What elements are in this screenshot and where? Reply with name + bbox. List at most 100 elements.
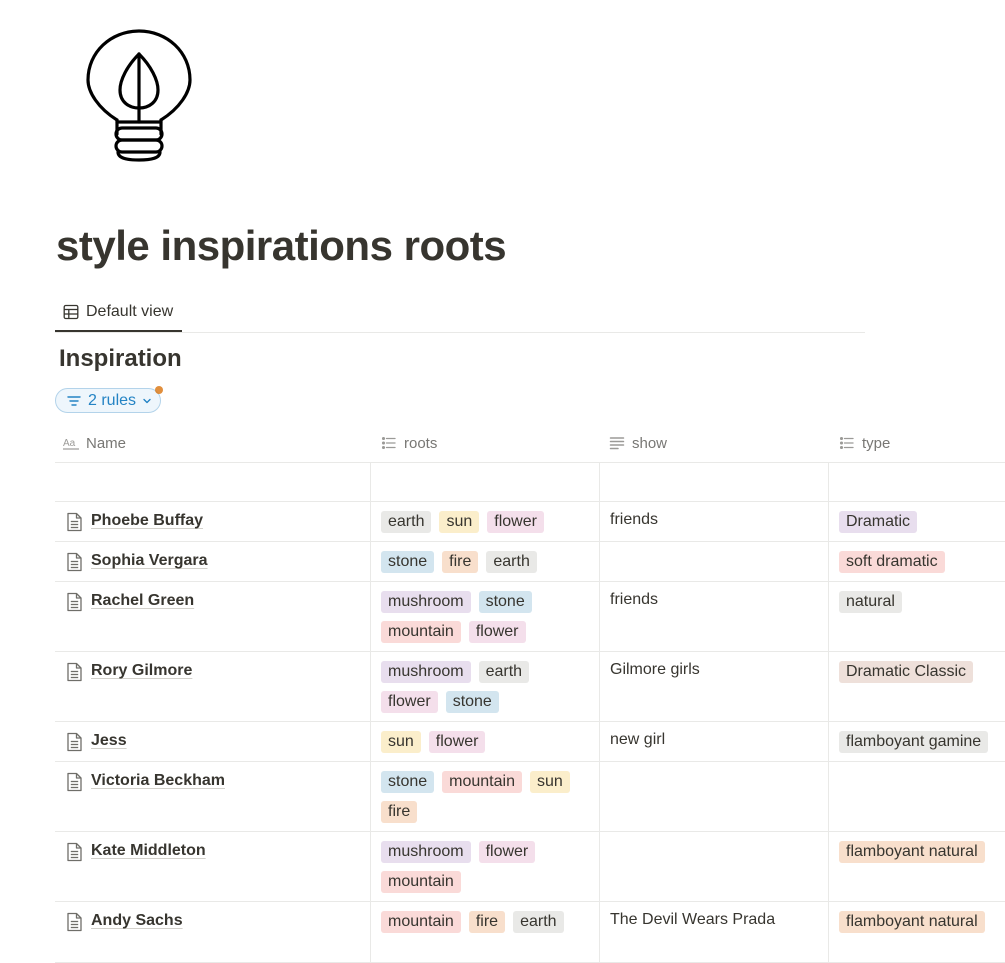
tag-roots: fire (468, 911, 506, 933)
page-doc-icon (67, 662, 82, 682)
table-row[interactable]: Jess sun flower new girl flamboyant gamin… (55, 722, 1005, 762)
cell-roots[interactable]: mountain fire earth (370, 902, 599, 962)
row-title[interactable]: Phoebe Buffay (91, 512, 203, 530)
cell-type[interactable]: flamboyant gamine (828, 722, 1005, 761)
lightbulb-icon[interactable] (84, 28, 194, 164)
tag-type: flamboyant gamine (839, 731, 989, 753)
tag-roots: fire (381, 801, 418, 823)
page-doc-icon (67, 592, 82, 612)
tag-roots: earth (486, 551, 537, 573)
cell-name[interactable]: Sophia Vergara (55, 542, 370, 581)
multi-select-list-icon (381, 436, 396, 450)
cell-show[interactable] (599, 542, 829, 581)
tab-label: Default view (86, 303, 174, 320)
tag-roots: mushroom (381, 661, 471, 683)
cell-roots[interactable]: earth sun flower (370, 502, 599, 541)
database-table: Aa Name roots show type Phoebe Buffay ea… (55, 424, 1005, 963)
cell-show[interactable] (599, 832, 829, 901)
tag-roots: flower (381, 691, 438, 713)
cell-name[interactable]: Rory Gilmore (55, 652, 370, 721)
column-header-label: roots (404, 434, 438, 452)
table-row[interactable]: Victoria Beckham stone mountain sun fire (55, 762, 1005, 832)
cell-type[interactable]: flamboyant natural (828, 902, 1005, 962)
table-row-empty[interactable] (55, 463, 1005, 502)
column-header-name[interactable]: Aa Name (63, 424, 126, 462)
page-doc-icon (67, 732, 82, 752)
cell-name[interactable]: Victoria Beckham (55, 762, 370, 831)
tag-roots: mountain (381, 871, 461, 893)
row-title[interactable]: Kate Middleton (91, 842, 206, 860)
cell-show[interactable]: friends (599, 502, 829, 541)
text-aa-icon: Aa (63, 438, 79, 450)
tag-roots: flower (487, 511, 544, 533)
cell-roots[interactable]: mushroom stone mountain flower (370, 582, 599, 651)
tag-type: natural (839, 591, 902, 613)
row-title[interactable]: Rory Gilmore (91, 662, 192, 680)
cell-roots[interactable]: mushroom flower mountain (370, 832, 599, 901)
column-header-show[interactable]: show (609, 424, 667, 462)
database-title[interactable]: Inspiration (59, 345, 182, 373)
cell-name[interactable]: Phoebe Buffay (55, 502, 370, 541)
show-text: The Devil Wears Prada (610, 911, 776, 928)
cell-name[interactable]: Rachel Green (55, 582, 370, 651)
row-title[interactable]: Andy Sachs (91, 912, 183, 930)
cell-show[interactable]: The Devil Wears Prada (599, 902, 829, 962)
cell-show[interactable] (599, 762, 829, 831)
tag-roots: mushroom (381, 841, 471, 863)
tag-roots: sun (439, 511, 480, 533)
table-row[interactable]: Phoebe Buffay earth sun flower friends Dra… (55, 502, 1005, 542)
cell-name[interactable]: Kate Middleton (55, 832, 370, 901)
cell-roots[interactable]: sun flower (370, 722, 599, 761)
tab-default-view[interactable]: Default view (55, 294, 183, 332)
tag-roots: mountain (442, 771, 522, 793)
cell-roots[interactable]: stone fire earth (370, 542, 599, 581)
table-header: Aa Name roots show type (55, 424, 1005, 463)
cell-name[interactable]: Andy Sachs (55, 902, 370, 962)
cell-roots[interactable]: mushroom earth flower stone (370, 652, 599, 721)
column-header-label: Name (86, 434, 127, 452)
cell-type[interactable]: flamboyant natural (828, 832, 1005, 901)
tag-roots: stone (478, 591, 532, 613)
tag-roots: flower (428, 731, 486, 753)
tag-roots: mushroom (381, 591, 471, 613)
tag-roots: earth (478, 661, 530, 683)
row-title[interactable]: Sophia Vergara (91, 552, 208, 570)
table-row[interactable]: Rory Gilmore mushroom earth flower stone Gi… (55, 652, 1005, 722)
cell-type[interactable]: Dramatic Classic (828, 652, 1005, 721)
tag-roots: stone (445, 691, 499, 713)
text-lines-icon (609, 437, 625, 450)
cell-roots[interactable]: stone mountain sun fire (370, 762, 599, 831)
cell-type[interactable] (828, 762, 1005, 831)
tag-type: flamboyant natural (839, 911, 985, 933)
column-header-type[interactable]: type (839, 424, 890, 462)
table-row[interactable]: Andy Sachs mountain fire earth The Devil W… (55, 902, 1005, 963)
table-row[interactable]: Kate Middleton mushroom flower mountain fl… (55, 832, 1005, 902)
column-header-roots[interactable]: roots (381, 424, 437, 462)
cell-show[interactable]: new girl (599, 722, 829, 761)
cell-name[interactable]: Jess (55, 722, 370, 761)
cell-show[interactable] (599, 463, 829, 501)
cell-type[interactable]: natural (828, 582, 1005, 651)
page-doc-icon (67, 842, 82, 862)
tag-roots: earth (513, 911, 564, 933)
tag-roots: stone (381, 551, 435, 573)
row-title[interactable]: Victoria Beckham (91, 772, 225, 790)
row-title[interactable]: Rachel Green (91, 592, 194, 610)
column-header-label: type (862, 434, 891, 452)
cell-roots[interactable] (370, 463, 599, 501)
tag-roots: earth (381, 511, 432, 533)
cell-show[interactable]: Gilmore girls (599, 652, 829, 721)
cell-type[interactable] (828, 463, 1005, 501)
cell-type[interactable]: Dramatic (828, 502, 1005, 541)
show-text: friends (610, 511, 659, 528)
row-title[interactable]: Jess (91, 732, 127, 750)
filter-rules-button[interactable]: 2 rules (55, 386, 164, 413)
page-doc-icon (67, 772, 82, 792)
cell-type[interactable]: soft dramatic (828, 542, 1005, 581)
cell-show[interactable]: friends (599, 582, 829, 651)
show-text: friends (610, 591, 659, 608)
table-row[interactable]: Rachel Green mushroom stone mountain flower… (55, 582, 1005, 652)
cell-name[interactable] (55, 463, 370, 501)
table-row[interactable]: Sophia Vergara stone fire earth soft drama… (55, 542, 1005, 582)
tag-roots: flower (468, 621, 526, 643)
